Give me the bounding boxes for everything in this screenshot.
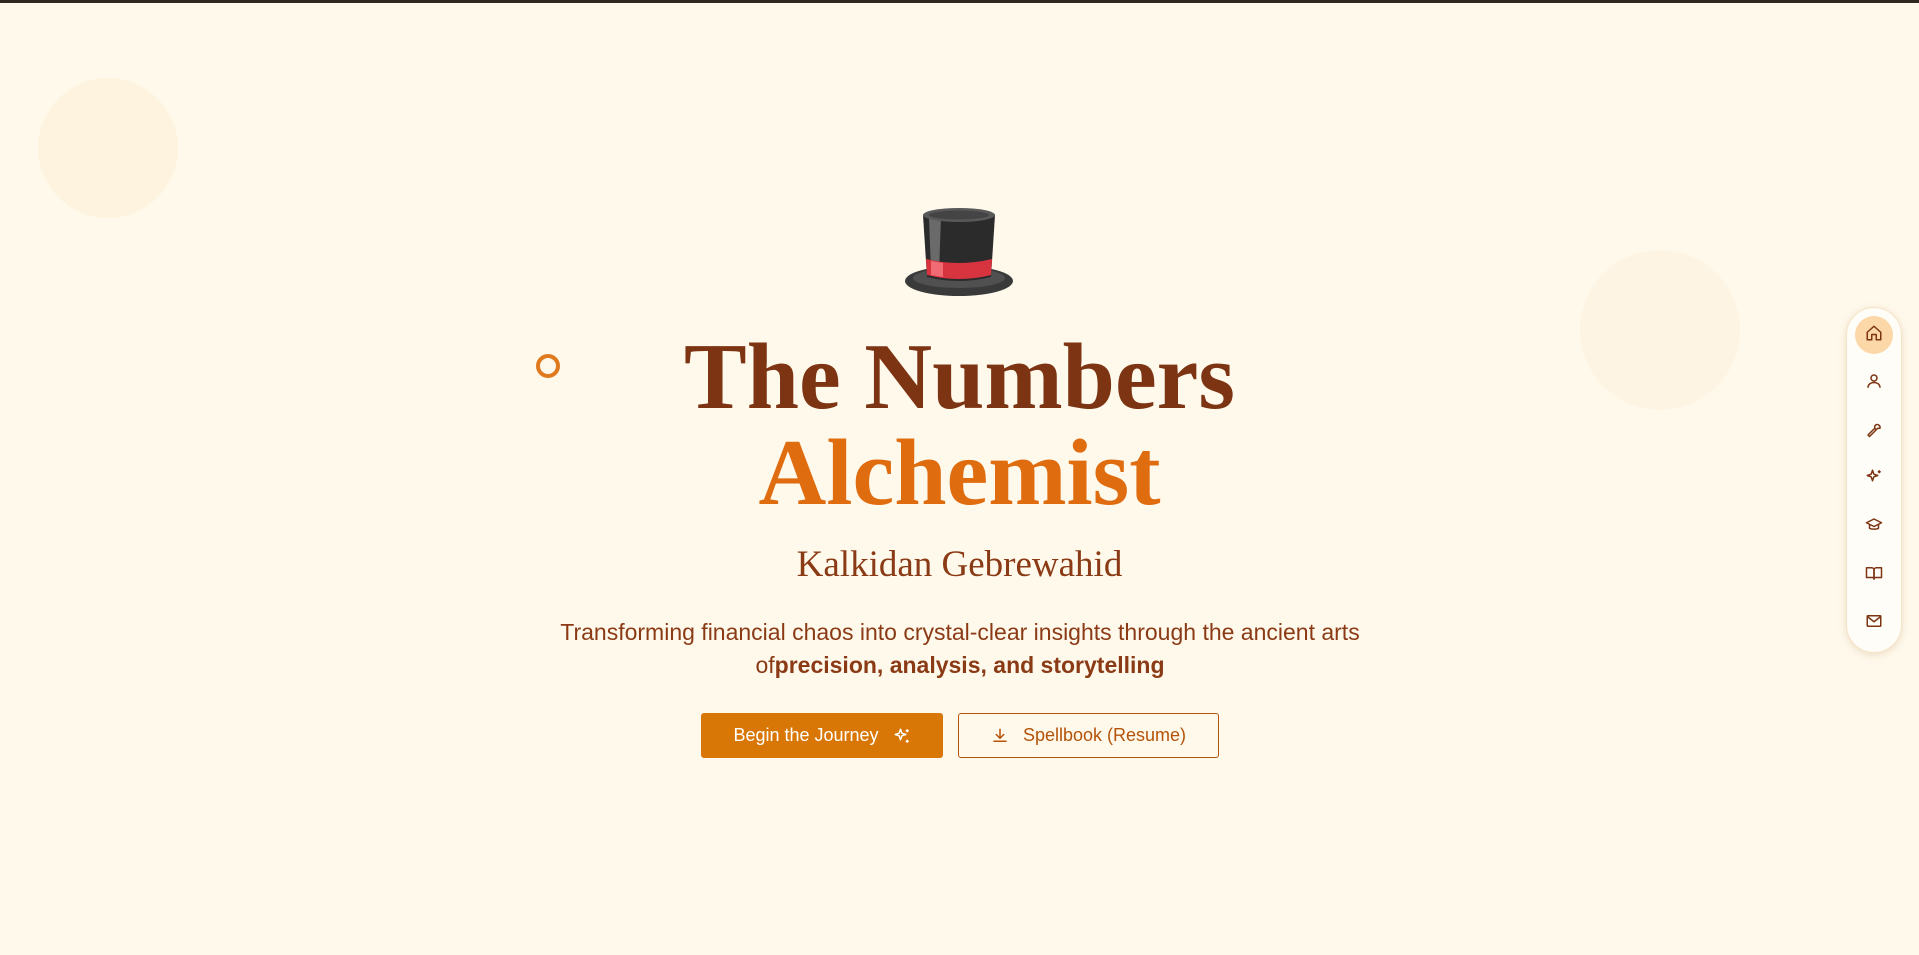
top-border <box>0 0 1919 3</box>
resume-download-button[interactable]: Spellbook (Resume) <box>958 713 1219 758</box>
nav-about[interactable] <box>1855 364 1893 402</box>
download-icon <box>991 727 1009 745</box>
hero-title-line1: The Numbers <box>684 325 1235 429</box>
sparkles-icon <box>893 727 911 745</box>
nav-magic[interactable] <box>1855 460 1893 498</box>
hero-title-line2: Alchemist <box>758 421 1161 525</box>
user-icon <box>1865 372 1883 395</box>
hero-tagline: Transforming financial chaos into crysta… <box>530 616 1390 682</box>
side-navigation <box>1846 307 1902 653</box>
begin-journey-label: Begin the Journey <box>733 725 879 745</box>
home-icon <box>1865 324 1883 347</box>
tagline-emphasis: precision, analysis, and storytelling <box>774 652 1165 678</box>
book-open-icon <box>1865 564 1883 587</box>
author-name: Kalkidan Gebrewahid <box>796 544 1123 585</box>
top-hat-icon <box>903 205 1015 300</box>
wrench-icon <box>1865 420 1883 443</box>
nav-skills[interactable] <box>1855 412 1893 450</box>
nav-contact[interactable] <box>1855 604 1893 642</box>
sparkles-icon <box>1865 468 1883 491</box>
begin-journey-button[interactable]: Begin the Journey <box>701 713 943 758</box>
resume-download-label: Spellbook (Resume) <box>1022 725 1187 745</box>
mail-icon <box>1865 612 1883 635</box>
graduation-cap-icon <box>1865 516 1883 539</box>
nav-blog[interactable] <box>1855 556 1893 594</box>
nav-home[interactable] <box>1855 316 1893 354</box>
background-glow <box>38 78 178 218</box>
nav-education[interactable] <box>1855 508 1893 546</box>
